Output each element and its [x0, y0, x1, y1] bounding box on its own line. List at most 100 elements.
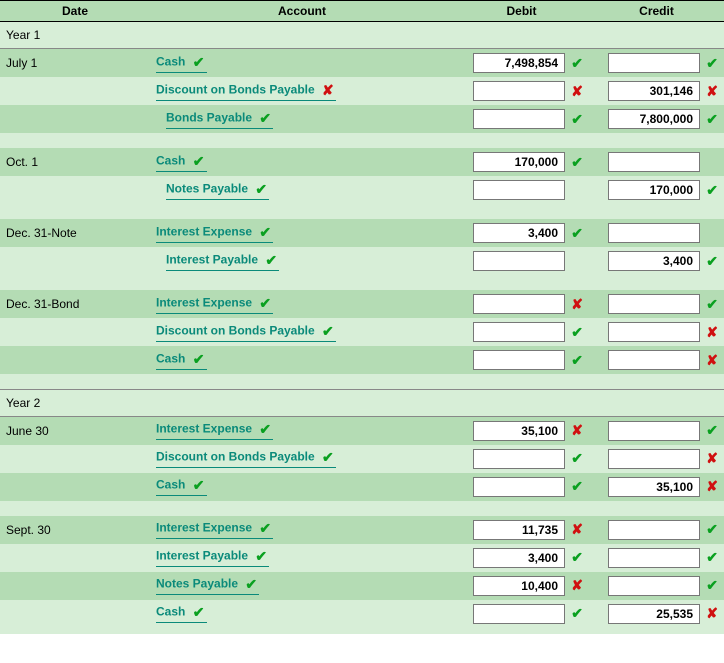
check-icon: ✔ [569, 324, 583, 341]
debit-cell: ✔ [454, 148, 589, 176]
credit-cell: ✘ [589, 600, 724, 628]
header-date: Date [0, 1, 150, 22]
account-link[interactable]: Cash ✔ [156, 604, 207, 623]
header-debit: Debit [454, 1, 589, 22]
check-icon: ✔ [259, 295, 273, 312]
credit-input[interactable] [608, 350, 700, 370]
debit-cell: ✔ [454, 49, 589, 78]
credit-cell: ✔ [589, 416, 724, 445]
account-label: Cash [156, 351, 185, 365]
debit-input[interactable] [473, 548, 565, 568]
debit-input[interactable] [473, 294, 565, 314]
journal-line: Cash ✔✔✘ [0, 600, 724, 628]
account-link[interactable]: Interest Expense ✔ [156, 224, 273, 243]
account-link[interactable]: Cash ✔ [156, 477, 207, 496]
year-label: Year 2 [0, 389, 724, 416]
account-link[interactable]: Interest Expense ✔ [156, 520, 273, 539]
debit-input[interactable] [473, 322, 565, 342]
table-header: Date Account Debit Credit [0, 1, 724, 22]
account-link[interactable]: Discount on Bonds Payable ✔ [156, 449, 336, 468]
check-icon: ✔ [322, 449, 336, 466]
check-icon: ✔ [704, 253, 718, 270]
credit-input[interactable] [608, 223, 700, 243]
account-label: Discount on Bonds Payable [156, 450, 315, 464]
date-cell [0, 176, 150, 204]
credit-input[interactable] [608, 576, 700, 596]
account-link[interactable]: Interest Expense ✔ [156, 421, 273, 440]
credit-input[interactable] [608, 449, 700, 469]
debit-input[interactable] [473, 520, 565, 540]
check-icon: ✔ [704, 521, 718, 538]
account-link[interactable]: Notes Payable ✔ [166, 181, 269, 200]
debit-input[interactable] [473, 350, 565, 370]
account-link[interactable]: Discount on Bonds Payable ✔ [156, 323, 336, 342]
debit-input[interactable] [473, 251, 565, 271]
credit-input[interactable] [608, 180, 700, 200]
header-credit: Credit [589, 1, 724, 22]
credit-input[interactable] [608, 152, 700, 172]
debit-input[interactable] [473, 109, 565, 129]
account-link[interactable]: Interest Payable ✔ [166, 252, 279, 271]
debit-input[interactable] [473, 152, 565, 172]
credit-input[interactable] [608, 520, 700, 540]
credit-input[interactable] [608, 251, 700, 271]
account-cell: Notes Payable ✔ [150, 176, 454, 204]
check-icon: ✔ [569, 154, 583, 171]
account-link[interactable]: Discount on Bonds Payable ✘ [156, 82, 336, 101]
date-cell: Dec. 31-Bond [0, 290, 150, 318]
credit-input[interactable] [608, 548, 700, 568]
date-cell [0, 77, 150, 105]
debit-input[interactable] [473, 421, 565, 441]
account-cell: Interest Payable ✔ [150, 544, 454, 572]
credit-input[interactable] [608, 322, 700, 342]
debit-input[interactable] [473, 604, 565, 624]
account-link[interactable]: Interest Expense ✔ [156, 295, 273, 314]
account-link[interactable]: Bonds Payable ✔ [166, 110, 273, 129]
debit-input[interactable] [473, 576, 565, 596]
debit-cell: ✔ [454, 105, 589, 133]
credit-input[interactable] [608, 294, 700, 314]
date-cell [0, 318, 150, 346]
credit-input[interactable] [608, 109, 700, 129]
credit-input[interactable] [608, 604, 700, 624]
debit-input[interactable] [473, 223, 565, 243]
account-label: Interest Payable [156, 549, 248, 563]
cross-icon: ✘ [569, 296, 583, 313]
debit-input[interactable] [473, 81, 565, 101]
account-link[interactable]: Cash ✔ [156, 54, 207, 73]
spacer-row [0, 204, 724, 219]
credit-input[interactable] [608, 53, 700, 73]
cross-icon: ✘ [704, 83, 718, 100]
credit-input[interactable] [608, 477, 700, 497]
credit-cell: ✘ [589, 445, 724, 473]
check-icon: ✔ [245, 576, 259, 593]
account-label: Interest Expense [156, 422, 252, 436]
cross-icon: ✘ [704, 605, 718, 622]
account-label: Cash [156, 153, 185, 167]
credit-input[interactable] [608, 421, 700, 441]
credit-cell: ✘ [589, 473, 724, 501]
date-cell: July 1 [0, 49, 150, 78]
credit-input[interactable] [608, 81, 700, 101]
check-icon: ✔ [255, 181, 269, 198]
credit-cell: ✘ [589, 346, 724, 374]
account-cell: Discount on Bonds Payable ✔ [150, 445, 454, 473]
debit-input[interactable] [473, 477, 565, 497]
check-icon: ✔ [259, 421, 273, 438]
account-link[interactable]: Cash ✔ [156, 351, 207, 370]
debit-input[interactable] [473, 449, 565, 469]
account-label: Bonds Payable [166, 110, 252, 124]
account-cell: Interest Expense ✔ [150, 416, 454, 445]
journal-line: July 1Cash ✔✔✔ [0, 49, 724, 78]
account-link[interactable]: Cash ✔ [156, 153, 207, 172]
journal-line: June 30Interest Expense ✔✘✔ [0, 416, 724, 445]
check-icon: ✔ [193, 54, 207, 71]
credit-cell: ✔ [589, 176, 724, 204]
account-link[interactable]: Interest Payable ✔ [156, 548, 269, 567]
cross-icon: ✘ [569, 422, 583, 439]
account-link[interactable]: Notes Payable ✔ [156, 576, 259, 595]
check-icon: ✔ [704, 577, 718, 594]
debit-input[interactable] [473, 53, 565, 73]
debit-input[interactable] [473, 180, 565, 200]
account-cell: Interest Expense ✔ [150, 290, 454, 318]
